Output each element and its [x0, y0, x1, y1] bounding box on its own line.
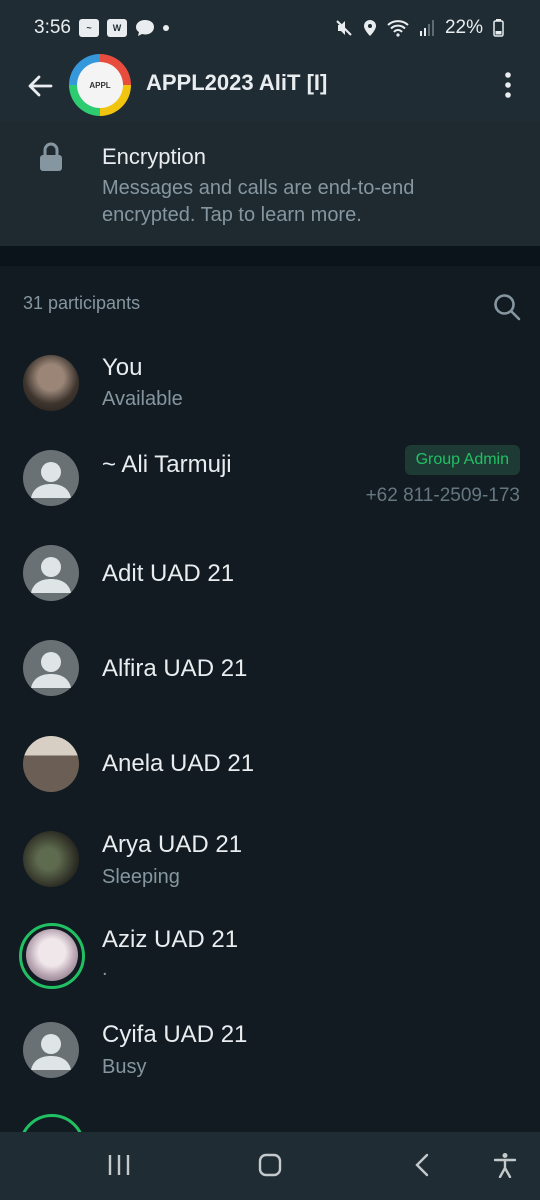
group-avatar-image: APPL — [77, 62, 123, 108]
participant-row[interactable]: Alfira UAD 21 — [0, 621, 540, 716]
back-arrow-icon[interactable] — [26, 72, 54, 100]
avatar — [23, 831, 79, 887]
person-icon — [31, 462, 71, 498]
participant-name: Anela UAD 21 — [102, 750, 255, 777]
participant-row[interactable]: Arya UAD 21 Sleeping — [0, 811, 540, 906]
more-vert-icon[interactable] — [500, 71, 516, 99]
participants-count: 31 participants — [23, 293, 141, 313]
avatar-placeholder — [23, 450, 79, 506]
participant-about: Busy — [102, 1056, 147, 1078]
group-avatar[interactable]: APPL — [69, 54, 131, 116]
avatar — [23, 355, 79, 411]
participant-row[interactable]: ~ Ali Tarmuji Group Admin +62 811-2509-1… — [0, 431, 540, 526]
participant-name: Aziz UAD 21 — [102, 926, 239, 953]
webtoon-icon: W — [106, 19, 127, 37]
participant-name: You — [102, 354, 143, 381]
person-icon — [31, 652, 71, 688]
avatar — [26, 929, 78, 981]
wifi-icon — [387, 20, 409, 37]
search-icon[interactable] — [493, 293, 521, 321]
battery-percent: 22% — [444, 17, 483, 38]
participant-name: Cyifa UAD 21 — [102, 1021, 248, 1048]
back-icon[interactable] — [410, 1152, 436, 1178]
participant-about: Available — [102, 388, 183, 410]
status-time: 3:56 — [34, 17, 71, 38]
encryption-section[interactable]: Encryption Messages and calls are end-to… — [0, 122, 540, 246]
lock-icon — [40, 142, 62, 171]
app-bar: APPL APPL2023 AliT [I] — [0, 54, 540, 122]
chat-bubble-icon — [135, 20, 154, 36]
participant-name: Adit UAD 21 — [102, 560, 235, 587]
mute-icon — [336, 20, 352, 36]
participant-phone: +62 811-2509-173 — [365, 485, 520, 506]
participant-name: Arya UAD 21 — [102, 831, 243, 858]
encryption-title: Encryption — [102, 144, 206, 169]
location-icon — [363, 20, 376, 36]
participants-header: 31 participants — [0, 266, 540, 342]
participant-row[interactable]: Adit UAD 21 — [0, 526, 540, 621]
battery-icon — [493, 19, 504, 37]
accessibility-icon[interactable] — [492, 1152, 518, 1178]
home-icon[interactable] — [257, 1152, 283, 1178]
notification-dot-icon — [162, 25, 169, 31]
participant-about: Sleeping — [102, 866, 180, 888]
section-divider — [0, 246, 540, 266]
participant-row[interactable]: You Available — [0, 336, 540, 431]
participant-name: Alfira UAD 21 — [102, 655, 248, 682]
participant-row[interactable]: Aziz UAD 21 . — [0, 906, 540, 1001]
encryption-description: Messages and calls are end-to-end encryp… — [102, 177, 415, 226]
avatar-placeholder — [23, 545, 79, 601]
participant-row[interactable]: Cyifa UAD 21 Busy — [0, 1001, 540, 1096]
group-admin-badge: Group Admin — [404, 445, 520, 475]
participant-row[interactable]: Anela UAD 21 — [0, 716, 540, 811]
person-icon — [31, 1034, 71, 1070]
person-icon — [31, 557, 71, 593]
status-bar: 3:56 ~ W 22% — [0, 0, 540, 58]
avatar-placeholder — [23, 640, 79, 696]
navigation-bar — [0, 1132, 540, 1200]
signal-icon — [419, 20, 434, 36]
avatar-placeholder — [23, 1022, 79, 1078]
participant-about: . — [102, 958, 108, 980]
recents-icon[interactable] — [106, 1152, 132, 1178]
participant-name: ~ Ali Tarmuji — [102, 451, 232, 478]
page-title[interactable]: APPL2023 AliT [I] — [146, 70, 327, 96]
wechat-like-icon: ~ — [78, 19, 99, 37]
avatar — [23, 736, 79, 792]
